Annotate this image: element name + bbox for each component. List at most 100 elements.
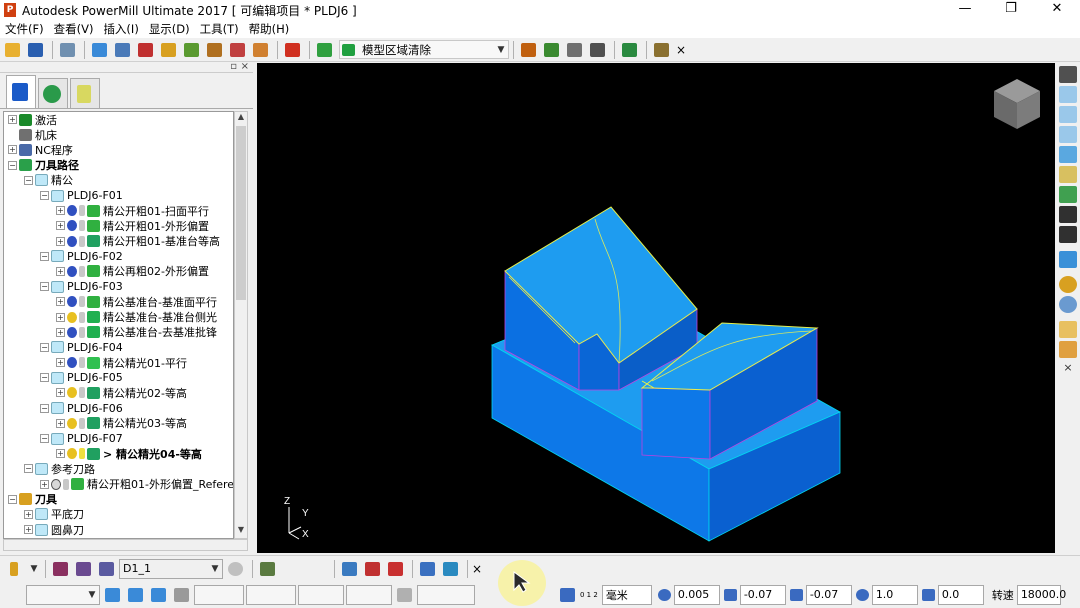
- toolpath-item[interactable]: + 精公开粗01-外形偏置: [4, 218, 233, 233]
- tree-horizontal-scrollbar[interactable]: [3, 539, 248, 551]
- workplane-toggle-button[interactable]: [102, 585, 122, 605]
- collapse-icon[interactable]: −: [8, 494, 17, 504]
- print-button[interactable]: [57, 40, 77, 60]
- tree-item-folder-finish[interactable]: − 精公: [4, 173, 233, 188]
- toolpath-verify-button[interactable]: [181, 40, 201, 60]
- coord-z-field[interactable]: [298, 584, 344, 605]
- expand-icon[interactable]: +: [56, 327, 65, 337]
- expand-icon[interactable]: +: [56, 312, 65, 322]
- expand-icon[interactable]: +: [56, 358, 65, 368]
- tree-item-folder-f01[interactable]: − PLDJ6-F01: [4, 188, 233, 203]
- spindle-speed-input[interactable]: 18000.0: [1016, 584, 1066, 605]
- menu-insert[interactable]: 插入(I): [98, 21, 143, 37]
- workplane-select[interactable]: ▼: [26, 584, 100, 605]
- panel-close-icon[interactable]: ×: [241, 61, 249, 72]
- stepover-input[interactable]: 0.0: [937, 584, 984, 605]
- leads-links-button[interactable]: [158, 40, 178, 60]
- toolpath-item[interactable]: + 精公基准台-基准台侧光: [4, 309, 233, 324]
- view-cube-icon[interactable]: [994, 79, 1040, 129]
- collapse-icon[interactable]: −: [40, 403, 49, 413]
- view-side-button[interactable]: [1059, 126, 1077, 143]
- coord-extra-field[interactable]: [346, 584, 392, 605]
- expand-icon[interactable]: +: [56, 418, 65, 428]
- tab-explorer[interactable]: [6, 75, 36, 108]
- menu-tools[interactable]: 工具(T): [195, 21, 244, 37]
- tree-item-toolpaths[interactable]: − 刀具路径: [4, 158, 233, 173]
- expand-icon[interactable]: +: [40, 479, 49, 489]
- snap-button[interactable]: [394, 585, 414, 605]
- maximize-button[interactable]: ❐: [988, 0, 1034, 20]
- tree-item-folder-reference[interactable]: − 参考刀路: [4, 461, 233, 476]
- refresh-button[interactable]: [1059, 186, 1077, 203]
- view-front-button[interactable]: [1059, 106, 1077, 123]
- tool-holder-button[interactable]: [73, 559, 93, 579]
- collapse-icon[interactable]: −: [40, 434, 49, 444]
- toolpath-item[interactable]: + 精公精光02-等高: [4, 385, 233, 400]
- tools-button[interactable]: [440, 559, 460, 579]
- tree-item-nc-programs[interactable]: + NC程序: [4, 142, 233, 157]
- status-model-button[interactable]: [557, 585, 577, 605]
- toolpath-item[interactable]: + 精公开粗01-扫面平行: [4, 203, 233, 218]
- pen-button[interactable]: [417, 559, 437, 579]
- save-project-button[interactable]: [25, 40, 45, 60]
- toolpath-item[interactable]: + 精公精光03-等高: [4, 416, 233, 431]
- expand-icon[interactable]: +: [56, 266, 65, 276]
- feeds-speeds-button[interactable]: [135, 40, 155, 60]
- select-button[interactable]: [1059, 321, 1077, 338]
- toolpath-color-button[interactable]: [362, 559, 382, 579]
- expand-icon[interactable]: +: [56, 388, 65, 398]
- menu-file[interactable]: 文件(F): [0, 21, 49, 37]
- tree-item-folder-f02[interactable]: − PLDJ6-F02: [4, 249, 233, 264]
- panel-grip[interactable]: ▫ ×: [0, 61, 253, 73]
- chevron-down-icon[interactable]: ▼: [27, 564, 41, 574]
- expand-icon[interactable]: +: [56, 206, 65, 216]
- view-toolbar-close-icon[interactable]: ×: [1056, 361, 1080, 374]
- tree-item-folder-tipradius[interactable]: + 圆鼻刀: [4, 522, 233, 537]
- close-button[interactable]: ✕: [1034, 0, 1080, 20]
- active-tool-select[interactable]: D1_1 ▼: [119, 558, 223, 579]
- collapse-icon[interactable]: −: [40, 251, 49, 261]
- graphics-viewport[interactable]: Z Y X: [257, 63, 1055, 553]
- toolpath-delete-button[interactable]: [385, 559, 405, 579]
- create-tool-button[interactable]: [4, 559, 24, 579]
- view-cube-button[interactable]: [1059, 146, 1077, 163]
- toolpath-strategy-button[interactable]: [314, 40, 334, 60]
- expand-icon[interactable]: +: [56, 221, 65, 231]
- toolpath-item-active[interactable]: + > 精公精光04-等高: [4, 446, 233, 461]
- workplane-edit-button[interactable]: [125, 585, 145, 605]
- expand-icon[interactable]: +: [56, 236, 65, 246]
- nc-output-button[interactable]: [282, 40, 302, 60]
- tree-item-activate[interactable]: + 激活: [4, 112, 233, 127]
- tool-shade-button[interactable]: [225, 559, 245, 579]
- snap-field[interactable]: [417, 584, 475, 605]
- expand-icon[interactable]: +: [8, 145, 17, 155]
- collision-check-button[interactable]: [250, 40, 270, 60]
- grid-button[interactable]: [171, 585, 191, 605]
- boundary-button[interactable]: [518, 40, 538, 60]
- block-button[interactable]: [89, 40, 109, 60]
- expand-icon[interactable]: +: [56, 449, 65, 459]
- scroll-up-icon[interactable]: ▲: [235, 112, 247, 125]
- measure-button[interactable]: [587, 40, 607, 60]
- menu-display[interactable]: 显示(D): [144, 21, 195, 37]
- tree-item-machine[interactable]: 机床: [4, 127, 233, 142]
- view-iso-button[interactable]: [1059, 66, 1077, 83]
- wireframe-button[interactable]: [1059, 296, 1077, 313]
- tool-library-button[interactable]: [96, 559, 116, 579]
- tree-item-folder-f06[interactable]: − PLDJ6-F06: [4, 401, 233, 416]
- expand-icon[interactable]: +: [8, 115, 17, 125]
- collapse-icon[interactable]: −: [40, 373, 49, 383]
- expand-icon[interactable]: +: [24, 509, 33, 519]
- tree-item-folder-f03[interactable]: − PLDJ6-F03: [4, 279, 233, 294]
- scroll-down-icon[interactable]: ▼: [235, 525, 247, 538]
- point-distribution-button[interactable]: [227, 40, 247, 60]
- coord-x-field[interactable]: [194, 584, 244, 605]
- tree-vertical-scrollbar[interactable]: ▲ ▼: [234, 111, 248, 539]
- view-top-button[interactable]: [1059, 86, 1077, 103]
- collapse-icon[interactable]: −: [40, 282, 49, 292]
- tree-item-folder-f05[interactable]: − PLDJ6-F05: [4, 370, 233, 385]
- tolerance-input[interactable]: 0.005: [673, 584, 720, 605]
- shaded-button[interactable]: [1059, 276, 1077, 293]
- scroll-thumb[interactable]: [236, 126, 246, 300]
- workplane-align-button[interactable]: [148, 585, 168, 605]
